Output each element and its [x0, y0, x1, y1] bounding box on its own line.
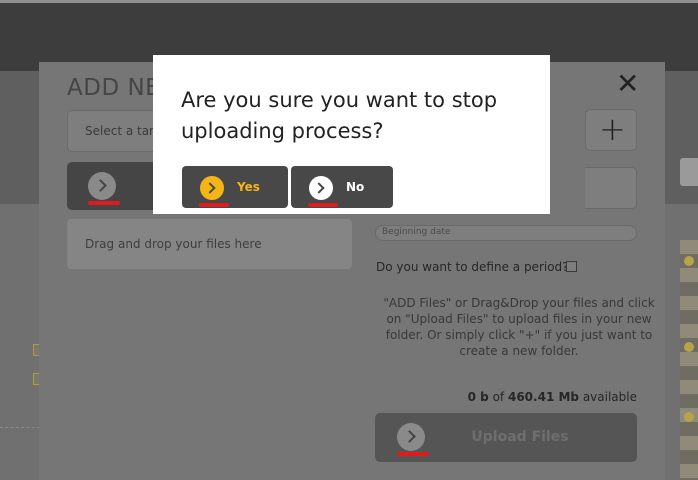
dropzone-text: Drag and drop your files here	[85, 237, 262, 251]
folder-name-input[interactable]	[585, 167, 637, 209]
usage-of: of	[492, 390, 505, 404]
plus-icon: +	[599, 110, 626, 148]
no-button[interactable]: No	[291, 166, 393, 208]
usage-total: 460.41 Mb	[507, 390, 579, 404]
yes-label: Yes	[237, 180, 260, 194]
chevron-right-icon	[88, 172, 116, 200]
highlight-underline	[88, 201, 120, 205]
thumbnail-marker	[684, 256, 694, 266]
upload-files-button[interactable]: Upload Files	[375, 413, 637, 462]
chevron-right-icon	[309, 176, 333, 200]
period-question-label: Do you want to define a period?	[376, 260, 569, 274]
no-label: No	[346, 180, 365, 194]
create-folder-button[interactable]: +	[585, 109, 637, 151]
confirm-question: Are you sure you want to stop uploading …	[181, 88, 498, 143]
storage-usage: 0 b of 460.41 Mb available	[376, 390, 637, 404]
dropzone[interactable]: Drag and drop your files here	[67, 219, 352, 269]
page-side-tab	[680, 158, 698, 186]
page-divider	[0, 427, 40, 428]
chevron-right-icon	[200, 176, 224, 200]
page-thumbnail-strip	[680, 240, 698, 480]
usage-suffix: available	[582, 390, 637, 404]
beginning-date-input[interactable]: Beginning date	[375, 225, 637, 241]
thumbnail-marker	[684, 412, 694, 422]
target-select-placeholder: Select a targ	[85, 124, 162, 138]
modal-title: ADD NE	[67, 75, 157, 101]
highlight-underline	[397, 452, 429, 456]
highlight-underline	[308, 203, 338, 207]
close-icon[interactable]: ✕	[616, 70, 639, 98]
help-text: "ADD Files" or Drag&Drop your files and …	[383, 296, 655, 358]
yes-button[interactable]: Yes	[182, 166, 288, 208]
thumbnail-marker	[684, 342, 694, 352]
beginning-date-placeholder: Beginning date	[382, 227, 451, 237]
period-checkbox[interactable]	[566, 261, 577, 272]
usage-used: 0 b	[467, 390, 489, 404]
highlight-underline	[199, 203, 229, 207]
stop-upload-confirm-dialog: Are you sure you want to stop uploading …	[153, 55, 550, 214]
upload-files-label: Upload Files	[471, 429, 569, 445]
